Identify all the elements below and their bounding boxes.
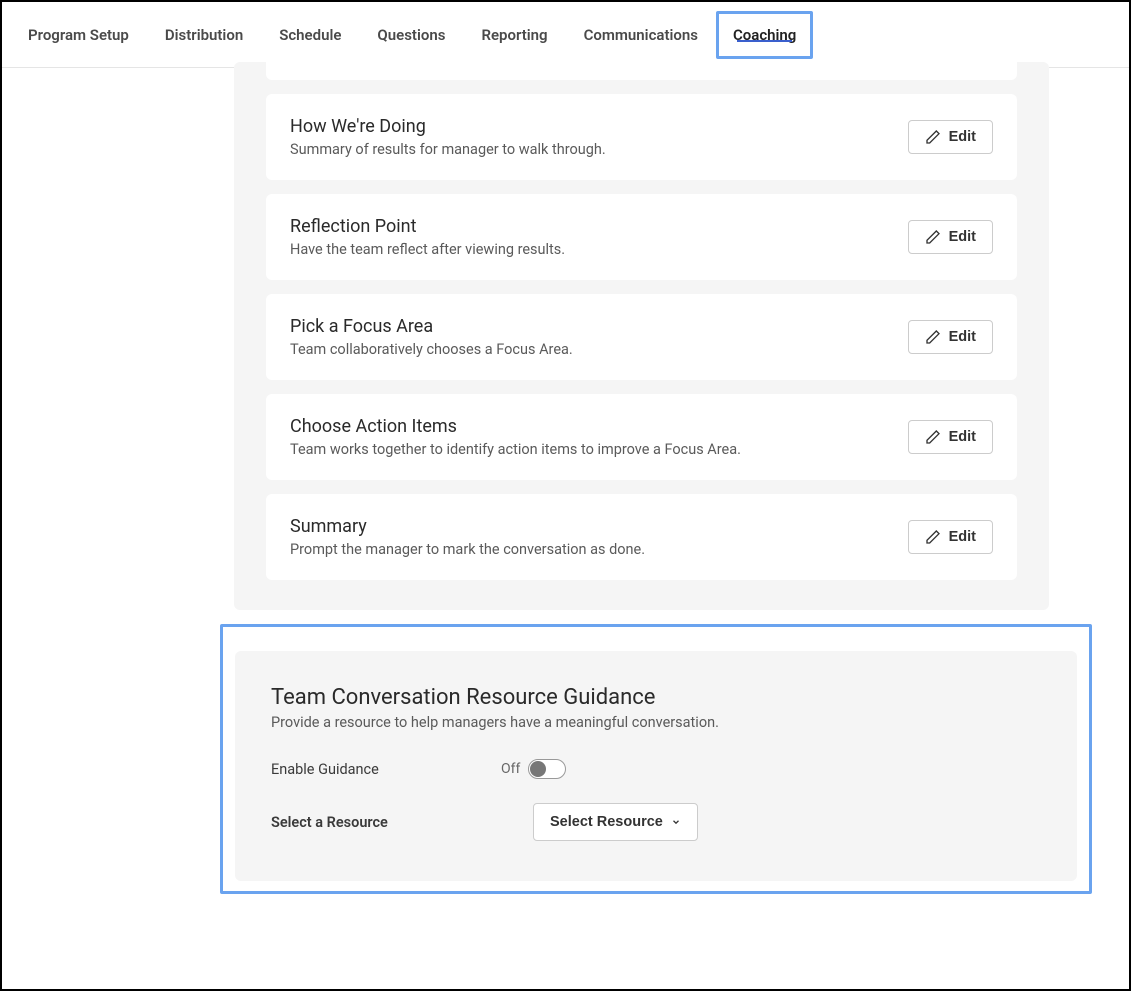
card-pick-focus-area: Pick a Focus Area Team collaboratively c… [266, 294, 1017, 380]
tab-communications[interactable]: Communications [566, 2, 716, 68]
tab-label: Program Setup [28, 26, 129, 44]
pencil-icon [925, 129, 941, 145]
edit-button[interactable]: Edit [908, 320, 993, 354]
card-text: Summary Prompt the manager to mark the c… [290, 516, 645, 558]
card-title: Summary [290, 516, 645, 537]
card-how-were-doing: How We're Doing Summary of results for m… [266, 94, 1017, 180]
card-desc: Team collaboratively chooses a Focus Are… [290, 341, 573, 358]
tab-distribution[interactable]: Distribution [147, 2, 261, 68]
tab-schedule[interactable]: Schedule [261, 2, 359, 68]
tab-program-setup[interactable]: Program Setup [10, 2, 147, 68]
edit-label: Edit [949, 229, 976, 245]
edit-label: Edit [949, 329, 976, 345]
tab-label: Communications [584, 26, 698, 44]
pencil-icon [925, 429, 941, 445]
content: How We're Doing Summary of results for m… [2, 62, 1129, 918]
pencil-icon [925, 529, 941, 545]
row-enable-guidance: Enable Guidance Off [271, 759, 1041, 779]
card-title: Choose Action Items [290, 416, 741, 437]
card-text: How We're Doing Summary of results for m… [290, 116, 606, 158]
row-select-resource: Select a Resource Select Resource [271, 803, 1041, 841]
edit-label: Edit [949, 429, 976, 445]
tab-label: Reporting [481, 26, 547, 44]
select-resource-button-label: Select Resource [550, 814, 663, 830]
card-desc: Prompt the manager to mark the conversat… [290, 541, 645, 558]
enable-guidance-label: Enable Guidance [271, 761, 501, 778]
app-frame: Program Setup Distribution Schedule Ques… [0, 0, 1131, 991]
tab-underline [737, 40, 792, 42]
tab-label: Distribution [165, 26, 243, 44]
coaching-steps-list: How We're Doing Summary of results for m… [234, 62, 1049, 610]
edit-label: Edit [949, 129, 976, 145]
edit-button[interactable]: Edit [908, 520, 993, 554]
card-reflection-point: Reflection Point Have the team reflect a… [266, 194, 1017, 280]
toggle-wrap: Off [501, 759, 566, 779]
edit-button[interactable]: Edit [908, 420, 993, 454]
select-resource-button[interactable]: Select Resource [533, 803, 698, 841]
tab-questions[interactable]: Questions [359, 2, 463, 68]
card-title: Reflection Point [290, 216, 565, 237]
card-text: Reflection Point Have the team reflect a… [290, 216, 565, 258]
tab-coaching[interactable]: Coaching [716, 11, 813, 59]
card-desc: Team works together to identify action i… [290, 441, 741, 458]
card-title: Pick a Focus Area [290, 316, 573, 337]
tab-reporting[interactable]: Reporting [463, 2, 565, 68]
resource-guidance-highlight: Team Conversation Resource Guidance Prov… [220, 624, 1092, 894]
card-text: Choose Action Items Team works together … [290, 416, 741, 458]
pencil-icon [925, 229, 941, 245]
resource-guidance-panel: Team Conversation Resource Guidance Prov… [235, 651, 1077, 881]
chevron-down-icon [671, 817, 681, 827]
panel-title: Team Conversation Resource Guidance [271, 685, 1041, 710]
tab-label: Questions [377, 26, 445, 44]
edit-button[interactable]: Edit [908, 120, 993, 154]
card-choose-action-items: Choose Action Items Team works together … [266, 394, 1017, 480]
panel-subtitle: Provide a resource to help managers have… [271, 714, 1041, 731]
toggle-state-label: Off [501, 761, 520, 777]
card-desc: Summary of results for manager to walk t… [290, 141, 606, 158]
card-desc: Have the team reflect after viewing resu… [290, 241, 565, 258]
enable-guidance-toggle[interactable] [528, 759, 566, 779]
card-text: Pick a Focus Area Team collaboratively c… [290, 316, 573, 358]
pencil-icon [925, 329, 941, 345]
top-tabs: Program Setup Distribution Schedule Ques… [2, 2, 1129, 68]
select-resource-label: Select a Resource [271, 814, 533, 831]
card-title: How We're Doing [290, 116, 606, 137]
tab-label: Schedule [279, 26, 341, 44]
card-summary: Summary Prompt the manager to mark the c… [266, 494, 1017, 580]
edit-label: Edit [949, 529, 976, 545]
edit-button[interactable]: Edit [908, 220, 993, 254]
toggle-knob [530, 761, 546, 777]
